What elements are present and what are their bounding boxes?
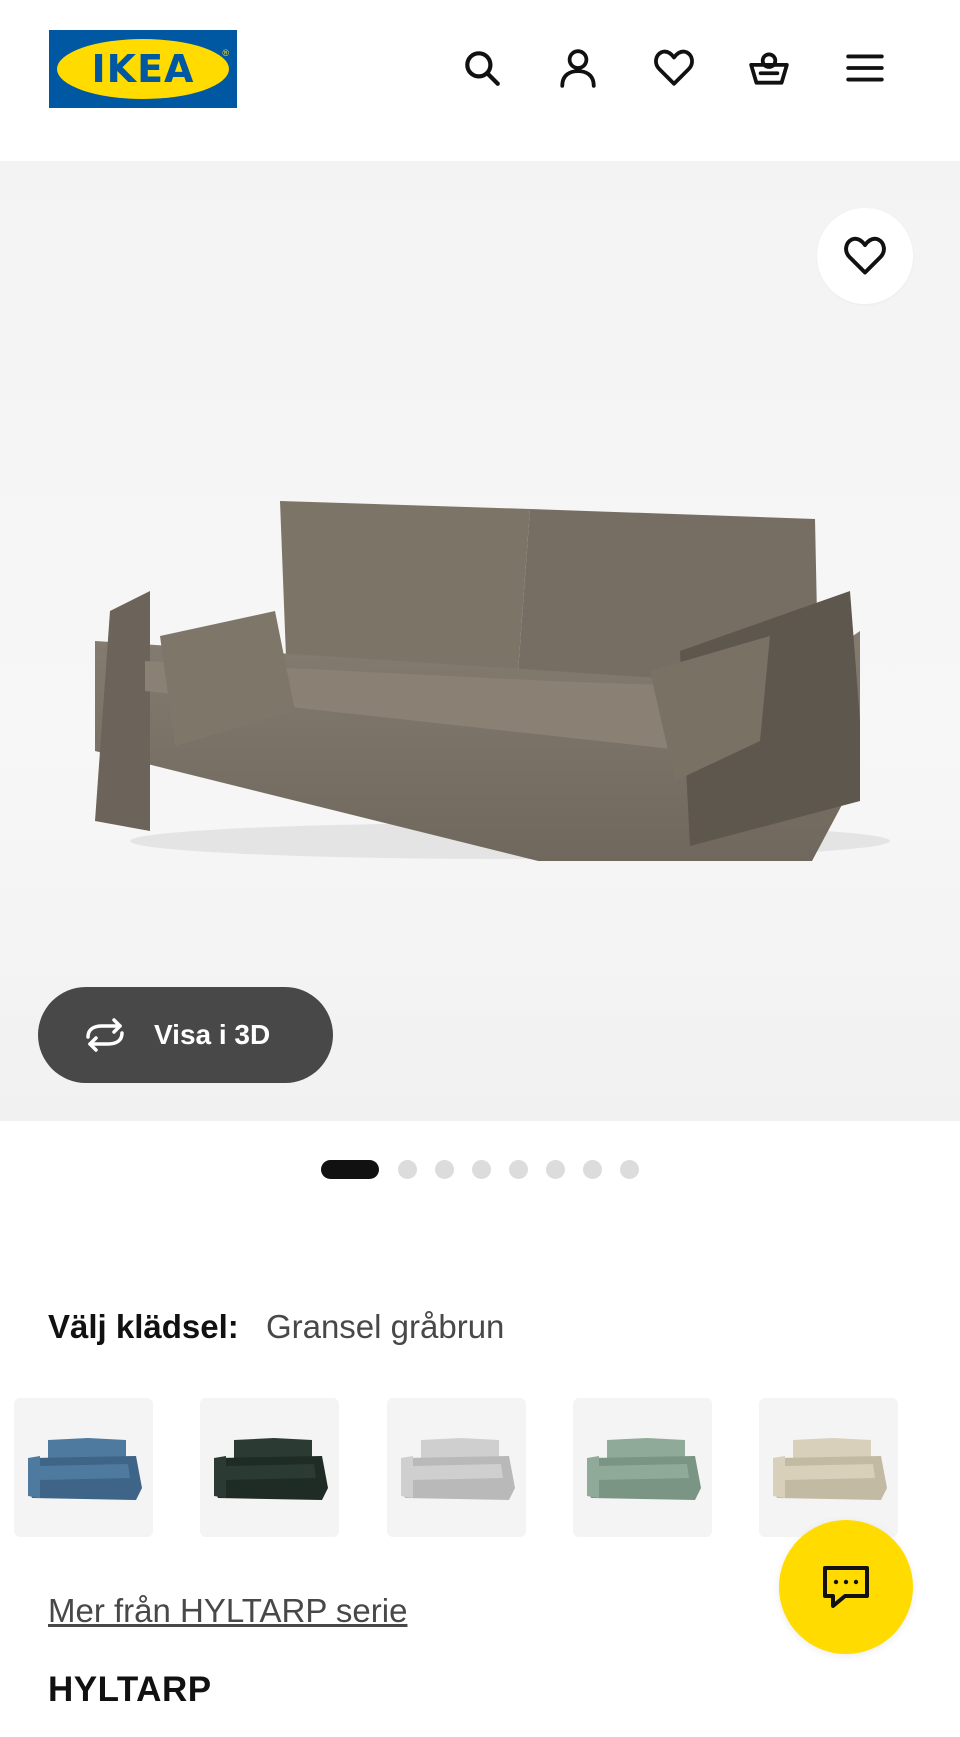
- pagination-dot[interactable]: [546, 1160, 565, 1179]
- pagination-dot[interactable]: [398, 1160, 417, 1179]
- swatch-sofa-thumbnail: [772, 1437, 887, 1500]
- swatch-option[interactable]: [573, 1398, 712, 1537]
- pagination-dot[interactable]: [509, 1160, 528, 1179]
- product-name: HYLTARP: [48, 1670, 212, 1709]
- site-header: IKEA ®: [0, 0, 960, 161]
- view-in-3d-button[interactable]: Visa i 3D: [38, 987, 333, 1083]
- pagination-dot[interactable]: [435, 1160, 454, 1179]
- chat-icon: [823, 1566, 869, 1608]
- gallery-pagination: [0, 1160, 960, 1179]
- swatch-option[interactable]: [759, 1398, 898, 1537]
- view-in-3d-label: Visa i 3D: [154, 1019, 271, 1050]
- ikea-logo[interactable]: IKEA ®: [49, 30, 237, 108]
- swatch-option[interactable]: [200, 1398, 339, 1537]
- logo-oval: IKEA: [57, 39, 229, 99]
- rotate-3d-icon: [86, 1018, 124, 1052]
- upholstery-swatches: [14, 1398, 960, 1538]
- pagination-dot[interactable]: [472, 1160, 491, 1179]
- profile-icon[interactable]: [554, 44, 602, 92]
- series-link[interactable]: Mer från HYLTARP serie: [48, 1592, 407, 1630]
- sofa-image: [95, 501, 890, 861]
- swatch-sofa-thumbnail: [27, 1437, 142, 1500]
- upholstery-value: Gransel gråbrun: [265, 1308, 505, 1345]
- pagination-dot[interactable]: [620, 1160, 639, 1179]
- search-icon[interactable]: [458, 44, 506, 92]
- product-image-gallery[interactable]: Visa i 3D: [0, 161, 960, 1121]
- swatch-option[interactable]: [387, 1398, 526, 1537]
- upholstery-label: Välj klädsel:: [48, 1308, 239, 1345]
- favourites-icon[interactable]: [650, 44, 698, 92]
- heart-icon: [844, 236, 886, 275]
- add-to-favourites-button[interactable]: [817, 208, 913, 304]
- menu-icon[interactable]: [841, 44, 889, 92]
- basket-icon[interactable]: [745, 44, 793, 92]
- chat-button[interactable]: [779, 1520, 913, 1654]
- swatch-sofa-thumbnail: [213, 1437, 328, 1500]
- pagination-dot[interactable]: [583, 1160, 602, 1179]
- pagination-dot-active[interactable]: [321, 1160, 379, 1179]
- registered-mark: ®: [222, 48, 229, 58]
- logo-text: IKEA: [91, 47, 195, 91]
- swatch-sofa-thumbnail: [400, 1437, 515, 1500]
- upholstery-selection: Välj klädsel: Gransel gråbrun: [48, 1308, 504, 1346]
- swatch-option[interactable]: [14, 1398, 153, 1537]
- swatch-sofa-thumbnail: [586, 1437, 701, 1500]
